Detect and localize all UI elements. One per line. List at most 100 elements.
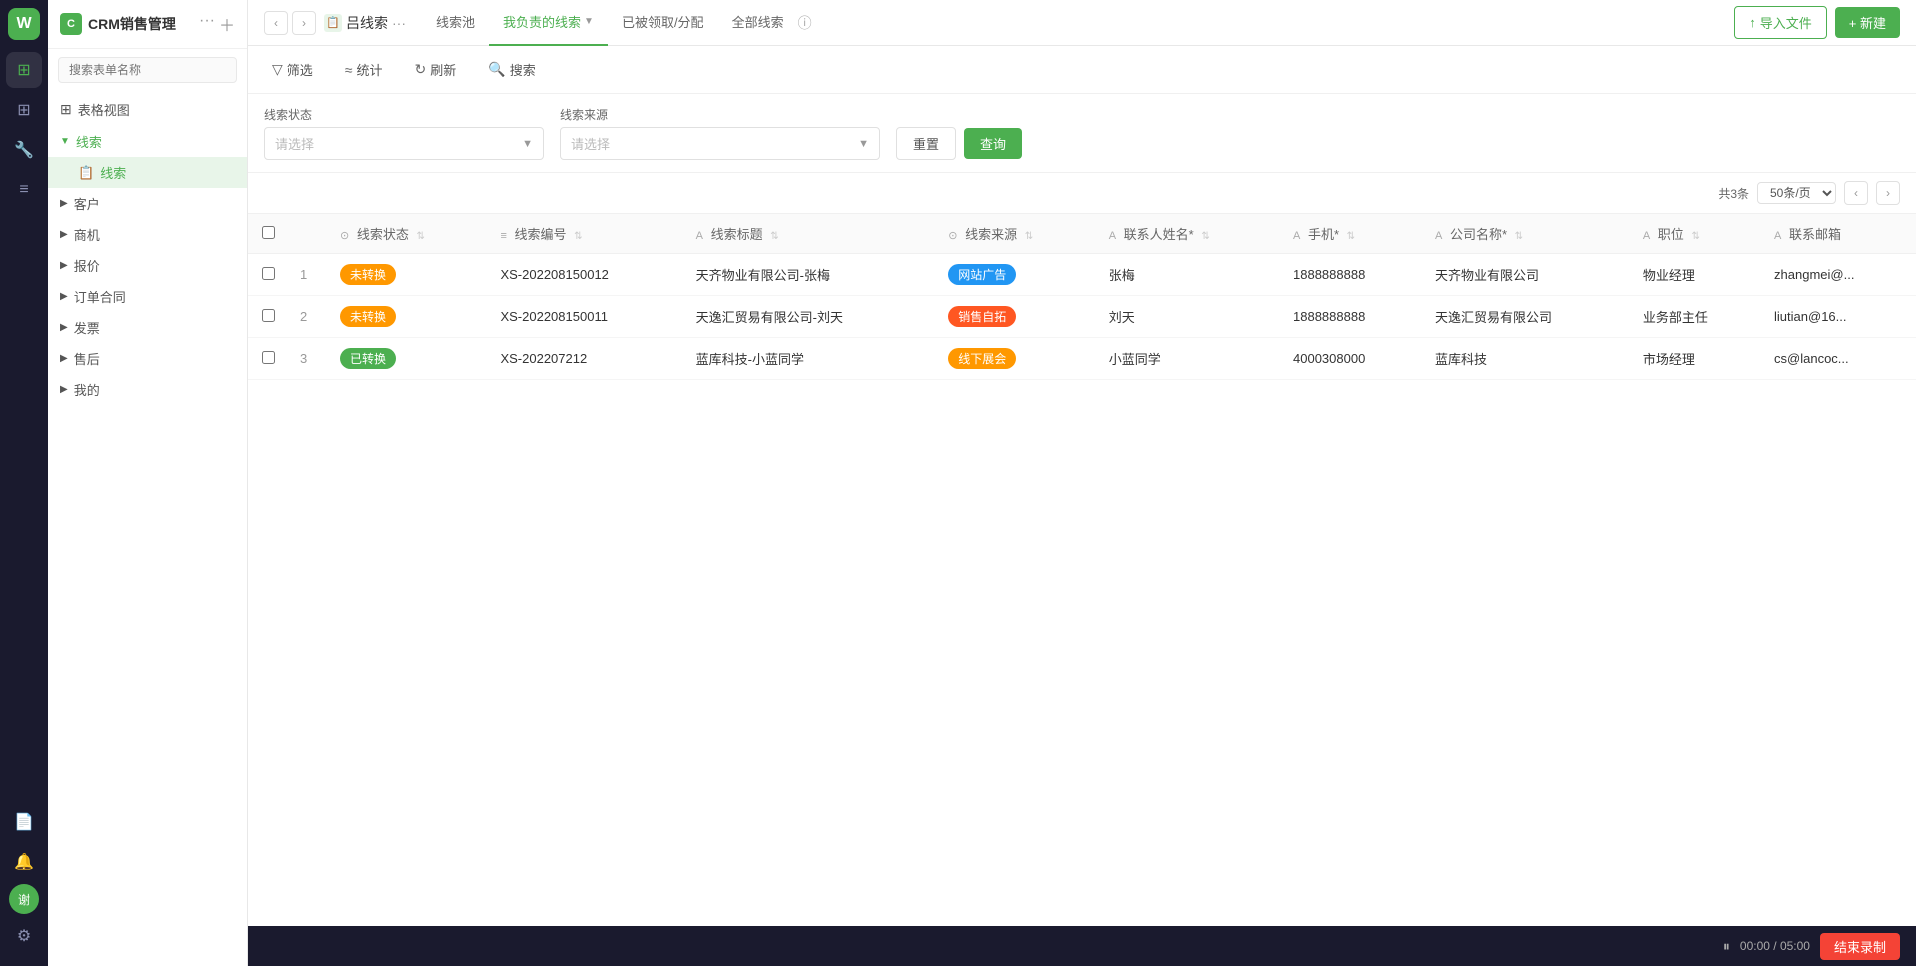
- sidebar-item-table-view[interactable]: ⊞ 表格视图: [48, 93, 247, 126]
- breadcrumb-more-icon[interactable]: ···: [392, 15, 406, 31]
- bell-icon[interactable]: 🔔: [6, 844, 42, 880]
- invoice-arrow-icon: ▶: [60, 322, 68, 333]
- source-badge: 网站广告: [948, 264, 1016, 285]
- row-status: 未转换: [328, 254, 488, 296]
- tab-leads-pool[interactable]: 线索池: [422, 0, 489, 46]
- sidebar-group-invoice[interactable]: ▶ 发票: [48, 312, 247, 343]
- sidebar-item-leads[interactable]: 📋 线索: [48, 157, 247, 188]
- more-icon[interactable]: ···: [199, 12, 215, 36]
- table-row[interactable]: 2 未转换 XS-202208150011 天逸汇贸易有限公司-刘天 销售自拓 …: [248, 296, 1916, 338]
- import-button[interactable]: ↑ 导入文件: [1734, 6, 1827, 39]
- bottom-bar: ⏸ 00:00 / 05:00 结束录制: [248, 926, 1916, 966]
- settings-icon[interactable]: ⚙: [6, 918, 42, 954]
- sidebar: C CRM销售管理 ··· ＋ ⊞ 表格视图 ▼ 线索 📋 线索 ▶ 客户 ▶ …: [48, 0, 248, 966]
- col-company-sort-icon[interactable]: ⇅: [1515, 231, 1523, 242]
- refresh-label: 刷新: [430, 60, 456, 79]
- apps-icon[interactable]: ⊞: [6, 92, 42, 128]
- row-email: liutian@16...: [1762, 296, 1916, 338]
- col-serial-label: 线索编号: [515, 227, 567, 242]
- row-serial: XS-202208150012: [488, 254, 683, 296]
- user-avatar[interactable]: 谢: [9, 884, 39, 914]
- row-company: 蓝库科技: [1423, 338, 1631, 380]
- timer-display: 00:00 / 05:00: [1740, 939, 1810, 953]
- tools-icon[interactable]: 🔧: [6, 132, 42, 168]
- table-body: 1 未转换 XS-202208150012 天齐物业有限公司-张梅 网站广告 张…: [248, 254, 1916, 380]
- col-title-sort-icon[interactable]: ⇅: [770, 231, 778, 242]
- sidebar-search-area: [48, 49, 247, 91]
- sidebar-search-input[interactable]: [58, 57, 237, 83]
- list-icon[interactable]: ≡: [6, 172, 42, 208]
- col-position-sort-icon[interactable]: ⇅: [1691, 231, 1699, 242]
- total-count: 共3条: [1718, 185, 1749, 202]
- play-pause-icon[interactable]: ⏸: [1723, 938, 1730, 955]
- quote-group-label: 报价: [74, 256, 100, 275]
- document-icon[interactable]: 📄: [6, 804, 42, 840]
- row-phone: 1888888888: [1281, 254, 1423, 296]
- row-title: 天齐物业有限公司-张梅: [684, 254, 937, 296]
- leads-arrow-icon: ▼: [60, 136, 70, 147]
- status-badge: 未转换: [340, 306, 396, 327]
- breadcrumb-icon: 📋: [324, 14, 342, 32]
- col-email-label: 联系邮箱: [1789, 227, 1841, 242]
- add-icon[interactable]: ＋: [219, 12, 235, 36]
- per-page-select[interactable]: 50条/页: [1757, 182, 1836, 204]
- sidebar-group-customer[interactable]: ▶ 客户: [48, 188, 247, 219]
- query-button[interactable]: 查询: [964, 128, 1022, 159]
- search-button[interactable]: 🔍 搜索: [480, 56, 543, 83]
- tab-leads-pool-label: 线索池: [436, 12, 475, 31]
- col-phone: A 手机* ⇅: [1281, 214, 1423, 254]
- row-num: 2: [288, 296, 328, 338]
- col-contact-sort-icon[interactable]: ⇅: [1201, 231, 1209, 242]
- select-all-checkbox[interactable]: [262, 226, 275, 239]
- filter-source-placeholder: 请选择: [571, 134, 610, 153]
- topbar-nav: ‹ ›: [264, 11, 316, 35]
- customer-arrow-icon: ▶: [60, 198, 68, 209]
- new-button[interactable]: + 新建: [1835, 7, 1900, 38]
- sidebar-group-order[interactable]: ▶ 订单合同: [48, 281, 247, 312]
- sidebar-group-opportunity[interactable]: ▶ 商机: [48, 219, 247, 250]
- filter-source-arrow-icon: ▼: [858, 138, 869, 150]
- sidebar-group-aftersale[interactable]: ▶ 售后: [48, 343, 247, 374]
- filter-status-select[interactable]: 请选择 ▼: [264, 127, 544, 160]
- filter-source-select[interactable]: 请选择 ▼: [560, 127, 880, 160]
- table-row[interactable]: 1 未转换 XS-202208150012 天齐物业有限公司-张梅 网站广告 张…: [248, 254, 1916, 296]
- sidebar-group-quote[interactable]: ▶ 报价: [48, 250, 247, 281]
- filter-button[interactable]: ▽ 筛选: [264, 56, 321, 83]
- aftersale-arrow-icon: ▶: [60, 353, 68, 364]
- table-row[interactable]: 3 已转换 XS-202207212 蓝库科技-小蓝同学 线下展会 小蓝同学 4…: [248, 338, 1916, 380]
- col-position: A 职位 ⇅: [1631, 214, 1762, 254]
- col-status-sort-icon[interactable]: ⇅: [416, 231, 424, 242]
- nav-back-button[interactable]: ‹: [264, 11, 288, 35]
- leads-sub-label: 线索: [100, 163, 126, 182]
- row-checkbox[interactable]: [262, 267, 275, 280]
- tab-info-icon[interactable]: ⓘ: [798, 13, 812, 33]
- row-position: 业务部主任: [1631, 296, 1762, 338]
- stats-button[interactable]: ≈ 统计: [337, 56, 391, 83]
- col-serial-sort-icon[interactable]: ⇅: [574, 231, 582, 242]
- tab-assigned[interactable]: 已被领取/分配: [608, 0, 718, 46]
- refresh-button[interactable]: ↻ 刷新: [407, 56, 465, 83]
- row-checkbox[interactable]: [262, 351, 275, 364]
- reset-button[interactable]: 重置: [896, 127, 956, 160]
- next-page-button[interactable]: ›: [1876, 181, 1900, 205]
- leads-table: ⊙ 线索状态 ⇅ ≡ 线索编号 ⇅ A 线索标题 ⇅: [248, 214, 1916, 380]
- prev-page-button[interactable]: ‹: [1844, 181, 1868, 205]
- source-badge: 线下展会: [948, 348, 1016, 369]
- sidebar-group-leads[interactable]: ▼ 线索: [48, 126, 247, 157]
- row-checkbox[interactable]: [262, 309, 275, 322]
- tab-my-leads[interactable]: 我负责的线索 ▼: [489, 0, 608, 46]
- end-recording-button[interactable]: 结束录制: [1820, 933, 1900, 960]
- col-status: ⊙ 线索状态 ⇅: [328, 214, 488, 254]
- leads-group-label: 线索: [76, 132, 102, 151]
- sidebar-group-mine[interactable]: ▶ 我的: [48, 374, 247, 405]
- stats-label: 统计: [356, 60, 382, 79]
- home-icon[interactable]: ⊞: [6, 52, 42, 88]
- col-source-sort-icon[interactable]: ⇅: [1025, 231, 1033, 242]
- col-company-label: 公司名称*: [1450, 227, 1507, 242]
- col-status-label: 线索状态: [357, 227, 409, 242]
- nav-forward-button[interactable]: ›: [292, 11, 316, 35]
- tab-all-leads[interactable]: 全部线索: [718, 0, 798, 46]
- row-checkbox-cell: [248, 338, 288, 380]
- tab-my-leads-arrow-icon[interactable]: ▼: [584, 16, 594, 27]
- col-phone-sort-icon[interactable]: ⇅: [1347, 231, 1355, 242]
